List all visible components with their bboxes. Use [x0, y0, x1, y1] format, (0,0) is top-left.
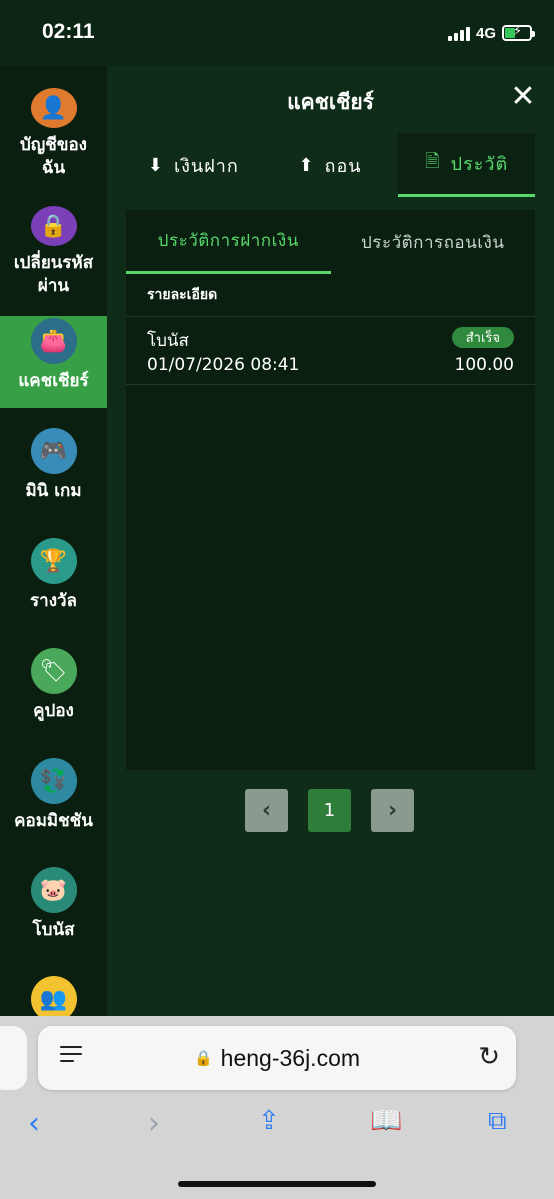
reload-icon[interactable]: ↻	[478, 1042, 500, 1072]
sidebar-item-label: เปลี่ยนรหัสผ่าน	[13, 253, 94, 296]
sidebar-item-rewards[interactable]: 🏆 รางวัล	[0, 538, 107, 630]
record-datetime: 01/07/2026 08:41	[147, 355, 300, 375]
list-item: โบนัส สำเร็จ 01/07/2026 08:41 100.00	[126, 317, 535, 385]
sidebar-item-network[interactable]: 👥	[0, 976, 107, 1016]
subtab-deposit-history[interactable]: ประวัติการฝากเงิน	[126, 210, 331, 274]
sidebar-item-my-account[interactable]: 👤 บัญชีของฉัน	[0, 88, 107, 180]
pagination: ‹ 1 ›	[245, 789, 414, 832]
url-text: heng-36j.com	[220, 1044, 361, 1071]
history-subtabs: ประวัติการฝากเงิน ประวัติการถอนเงิน	[126, 210, 535, 274]
signal-icon	[447, 25, 470, 41]
network-people-icon: 👥	[30, 976, 77, 1016]
status-badge: สำเร็จ	[451, 327, 514, 348]
back-button[interactable]: ‹	[28, 1106, 40, 1141]
history-panel: ประวัติการฝากเงิน ประวัติการถอนเงิน รายล…	[126, 210, 535, 770]
book-icon: 📖	[370, 1106, 403, 1136]
sidebar-item-cashier[interactable]: 👛 แคชเชียร์	[0, 316, 107, 408]
lock-icon: 🔒	[193, 1050, 213, 1067]
sidebar-item-label: มินิ เกม	[25, 481, 82, 501]
tab-label: เงินฝาก	[173, 155, 239, 177]
sidebar-item-label: คูปอง	[33, 701, 74, 721]
chevron-left-icon: ‹	[28, 1106, 40, 1141]
forward-button[interactable]: ›	[148, 1106, 160, 1141]
tab-label: ถอน	[324, 155, 362, 177]
battery-icon: ⚡	[502, 24, 535, 41]
browser-toolbar: 🔒 heng-36j.com ↻ ‹ › ⇪ 📖 ⧉	[0, 1016, 554, 1199]
home-indicator	[178, 1181, 376, 1187]
chevron-right-icon: ›	[148, 1106, 160, 1141]
record-type: โบนัส	[147, 331, 189, 351]
sidebar-item-label: โบนัส	[32, 920, 75, 940]
status-bar: 02:11 4G ⚡	[0, 0, 554, 66]
lock-icon: 🔒	[30, 206, 77, 246]
previous-tab-edge[interactable]	[0, 1026, 27, 1090]
chevron-right-icon: ›	[387, 798, 398, 823]
page-title: แคชเชียร์	[287, 90, 374, 114]
url-display: 🔒 heng-36j.com	[38, 1026, 516, 1090]
sidebar-item-mini-game[interactable]: 🎮 มินิ เกม	[0, 428, 107, 520]
sidebar-item-bonus[interactable]: 🐷 โบนัส	[0, 867, 107, 959]
user-avatar-icon: 👤	[30, 88, 77, 128]
share-icon: ⇪	[258, 1106, 280, 1136]
sidebar-item-coupon[interactable]: 🏷 คูปอง	[0, 648, 107, 740]
tab-history[interactable]: 🗎 ประวัติ	[398, 133, 536, 197]
gamepad-icon: 🎮	[30, 428, 77, 474]
coupon-tag-icon: 🏷	[30, 648, 77, 694]
current-page-button[interactable]: 1	[308, 789, 351, 832]
status-indicators: 4G ⚡	[447, 22, 535, 44]
commission-hand-icon: 💱	[30, 758, 77, 804]
status-time: 02:11	[42, 20, 95, 43]
wallet-icon: 👛	[30, 318, 77, 364]
trophy-icon: 🏆	[30, 538, 77, 584]
subtab-withdraw-history[interactable]: ประวัติการถอนเงิน	[331, 210, 536, 274]
sidebar-item-label: แคชเชียร์	[18, 371, 89, 391]
bookmarks-button[interactable]: 📖	[370, 1106, 402, 1136]
close-icon: ✕	[510, 79, 536, 114]
chevron-left-icon: ‹	[261, 798, 272, 823]
tab-withdraw[interactable]: ⬆ ถอน	[262, 133, 399, 197]
next-page-button[interactable]: ›	[371, 789, 414, 832]
sidebar-item-label: คอมมิชชัน	[14, 811, 93, 831]
sidebar-item-commission[interactable]: 💱 คอมมิชชัน	[0, 758, 107, 850]
sidebar-item-label: รางวัล	[30, 591, 77, 611]
tabs-button[interactable]: ⧉	[488, 1106, 507, 1137]
tabs-icon: ⧉	[488, 1106, 507, 1136]
tab-deposit[interactable]: ⬇ เงินฝาก	[125, 133, 262, 197]
close-button[interactable]: ✕	[506, 80, 540, 114]
network-type: 4G	[475, 24, 496, 42]
tab-label: ประวัติ	[450, 154, 509, 175]
cashier-tabs: ⬇ เงินฝาก ⬆ ถอน 🗎 ประวัติ	[125, 133, 536, 197]
sidebar-item-change-password[interactable]: 🔒 เปลี่ยนรหัสผ่าน	[0, 206, 107, 298]
cashier-panel: แคชเชียร์ ✕ ⬇ เงินฝาก ⬆ ถอน 🗎 ประวัติ ปร…	[107, 66, 554, 1016]
sidebar-item-label: บัญชีของฉัน	[20, 135, 87, 178]
prev-page-button[interactable]: ‹	[245, 789, 288, 832]
share-button[interactable]: ⇪	[258, 1106, 280, 1136]
piggy-bank-icon: 🐷	[30, 867, 77, 913]
deposit-icon: ⬇	[147, 154, 164, 176]
detail-header: รายละเอียด	[126, 274, 535, 317]
record-amount: 100.00	[454, 355, 514, 375]
sidebar: 👤 บัญชีของฉัน 🔒 เปลี่ยนรหัสผ่าน 👛 แคชเชี…	[0, 66, 107, 1016]
address-bar[interactable]: 🔒 heng-36j.com ↻	[38, 1026, 516, 1090]
withdraw-icon: ⬆	[298, 154, 315, 176]
history-icon: 🗎	[425, 150, 441, 172]
